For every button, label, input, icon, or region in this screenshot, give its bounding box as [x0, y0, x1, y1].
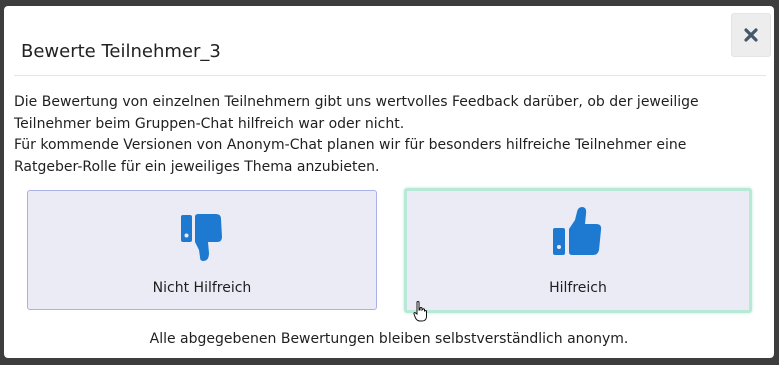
close-icon	[744, 28, 758, 42]
helpful-label: Hilfreich	[549, 280, 607, 296]
anonymity-note: Alle abgegebenen Bewertungen bleiben sel…	[149, 331, 629, 347]
not-helpful-label: Nicht Hilfreich	[152, 280, 252, 296]
helpful-button[interactable]: Hilfreich	[404, 188, 752, 313]
rate-participant-dialog: Bewerte Teilnehmer_3 Die Bewertung von e…	[4, 6, 774, 358]
thumbs-down-icon	[180, 213, 224, 269]
description-paragraph-1: Die Bewertung von einzelnen Teilnehmern …	[14, 94, 699, 132]
close-button[interactable]	[731, 13, 771, 57]
not-helpful-button[interactable]: Nicht Hilfreich	[27, 190, 377, 310]
description-paragraph-2: Für kommende Versionen von Anonym-Chat p…	[14, 137, 687, 175]
dialog-title: Bewerte Teilnehmer_3	[21, 41, 221, 62]
dialog-header: Bewerte Teilnehmer_3	[14, 6, 771, 76]
hand-cursor-icon	[413, 301, 429, 327]
dialog-description: Die Bewertung von einzelnen Teilnehmern …	[14, 92, 754, 178]
thumbs-up-icon	[551, 205, 605, 261]
